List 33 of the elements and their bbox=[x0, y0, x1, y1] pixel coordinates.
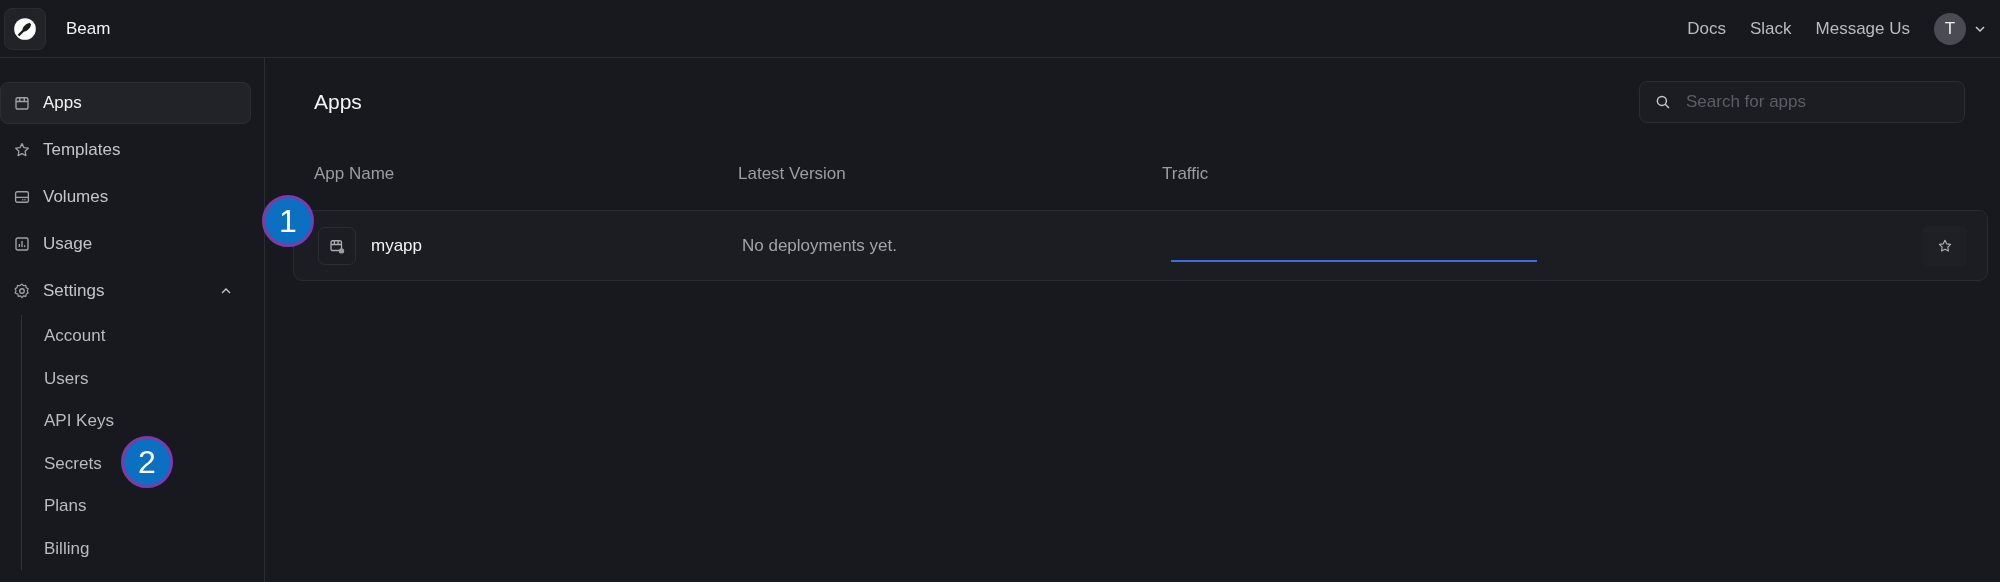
calendar-icon bbox=[13, 94, 31, 112]
search-field[interactable]: Search for apps bbox=[1639, 81, 1965, 123]
sidebar-item[interactable]: Usage bbox=[0, 223, 251, 265]
number-badge: 2 bbox=[121, 436, 173, 488]
star-icon bbox=[1936, 237, 1953, 254]
sidebar-item[interactable]: Settings bbox=[0, 270, 251, 312]
user-avatar[interactable]: T bbox=[1934, 12, 1966, 45]
star-icon bbox=[13, 141, 31, 159]
sidebar-subitem[interactable]: Users bbox=[44, 357, 89, 400]
search-icon bbox=[1654, 93, 1672, 111]
gear-icon bbox=[13, 282, 31, 300]
sidebar-subitem[interactable]: Account bbox=[44, 315, 106, 358]
sidebar-item[interactable]: Templates bbox=[0, 129, 251, 171]
column-header: App Name bbox=[314, 164, 396, 185]
sidebar-subitem[interactable]: Plans bbox=[44, 485, 87, 528]
logo-icon bbox=[12, 15, 38, 42]
nav-link[interactable]: Docs bbox=[1687, 18, 1726, 39]
sidebar-subitem[interactable]: API Keys bbox=[44, 400, 114, 443]
brand-name: Beam bbox=[66, 18, 111, 39]
nav-link[interactable]: Slack bbox=[1749, 18, 1792, 39]
page-title: Apps bbox=[314, 90, 362, 114]
sidebar-item[interactable]: Apps bbox=[0, 82, 251, 124]
column-header: Latest Version bbox=[738, 164, 847, 185]
nav-link[interactable]: Message Us bbox=[1815, 18, 1910, 39]
sidebar-subitem[interactable]: Billing bbox=[44, 527, 90, 570]
number-badge: 1 bbox=[262, 195, 314, 247]
sidebar-subitem[interactable]: Secrets bbox=[44, 442, 102, 485]
sidebar-item[interactable]: Volumes bbox=[0, 176, 251, 218]
table-cell: No deployments yet. bbox=[742, 235, 897, 256]
drive-icon bbox=[13, 188, 31, 206]
app-name[interactable]: myapp bbox=[371, 235, 423, 256]
column-header: Traffic bbox=[1162, 164, 1210, 185]
chart-icon bbox=[13, 235, 31, 253]
